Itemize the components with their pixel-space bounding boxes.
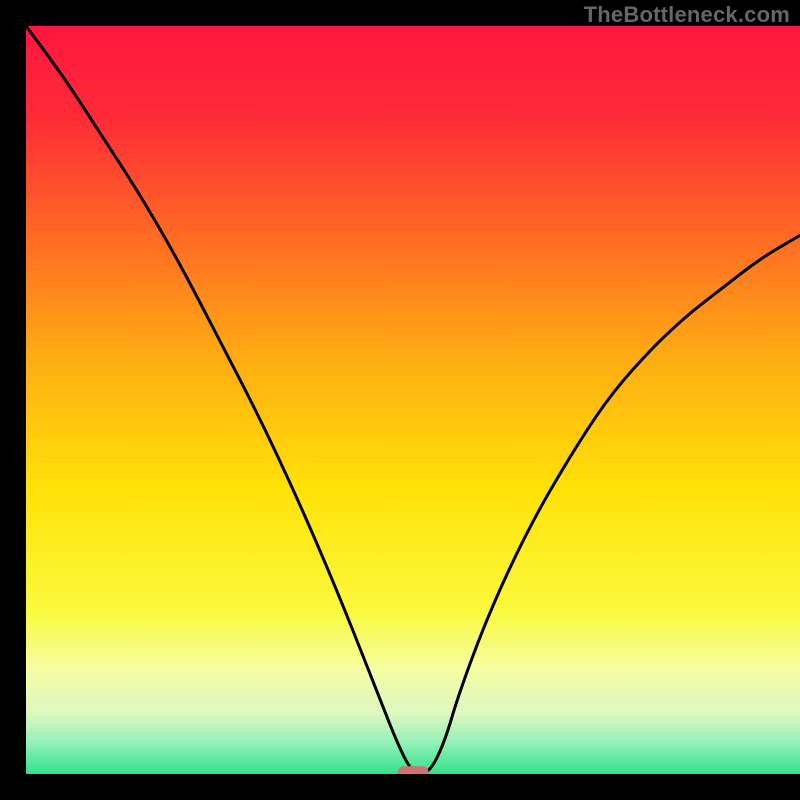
- watermark-text: TheBottleneck.com: [584, 2, 790, 28]
- plot-area: [0, 0, 800, 800]
- gradient-background: [26, 26, 800, 774]
- chart-svg: [0, 0, 800, 800]
- optimal-marker: [398, 766, 429, 778]
- chart-container: TheBottleneck.com: [0, 0, 800, 800]
